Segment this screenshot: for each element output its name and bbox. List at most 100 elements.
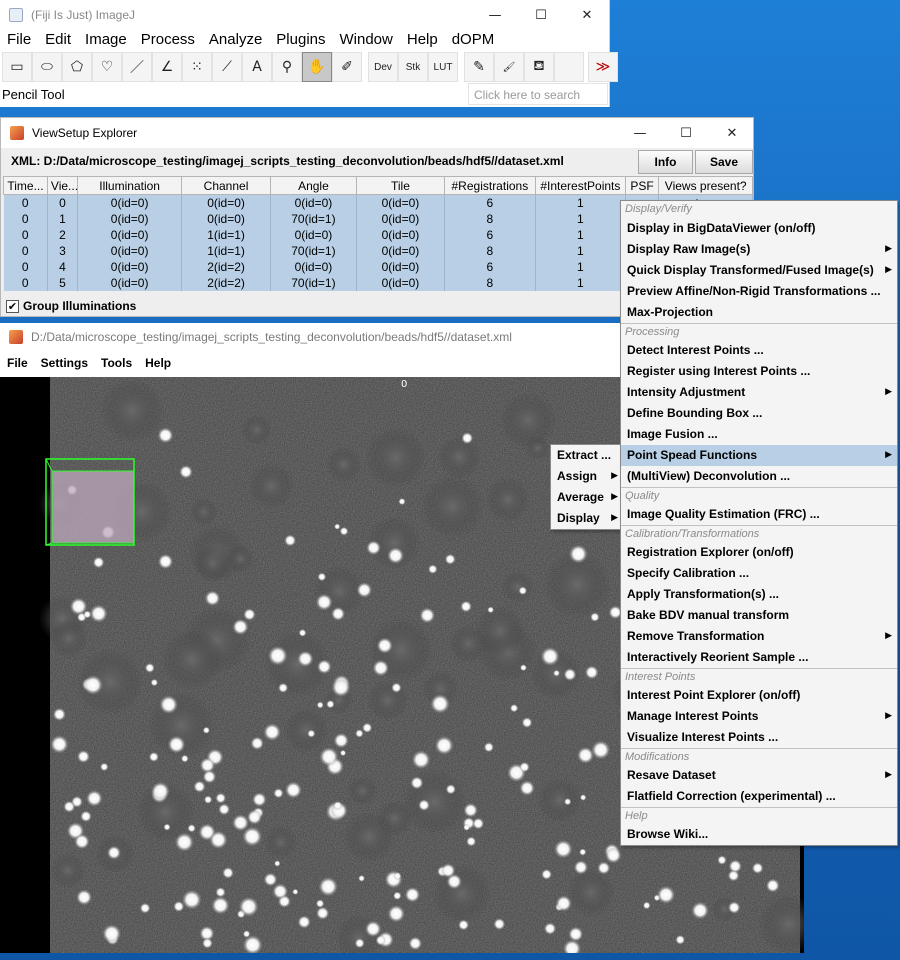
column-header[interactable]: Views present? <box>658 176 753 195</box>
table-cell: 1(id=1) <box>181 242 271 259</box>
bead-spot <box>519 780 535 796</box>
background-haze <box>283 708 329 753</box>
background-haze <box>449 624 488 663</box>
rectangle-tool-icon[interactable]: ▭ <box>2 52 32 82</box>
bdv-menu-tools[interactable]: Tools <box>94 353 138 373</box>
menu-item[interactable]: Registration Explorer (on/off) <box>621 542 897 563</box>
menu-item[interactable]: Browse Wiki... <box>621 824 897 845</box>
save-button[interactable]: Save <box>695 150 753 174</box>
pencil-tool-icon[interactable]: ✎ <box>464 52 494 82</box>
menu-item[interactable]: Intensity Adjustment ▶ <box>621 382 897 403</box>
bead-spot <box>319 747 339 767</box>
empty-tool-slot-icon[interactable] <box>554 52 584 82</box>
maximize-button[interactable]: ☐ <box>518 0 564 30</box>
bead-spot <box>326 699 335 709</box>
menu-item[interactable]: Preview Affine/Non-Rigid Transformations… <box>621 281 897 302</box>
bdv-menu-help[interactable]: Help <box>138 353 177 373</box>
line-tool-icon[interactable]: ／ <box>122 52 152 82</box>
menu-item[interactable]: Specify Calibration ... <box>621 563 897 584</box>
close-button[interactable]: ✕ <box>709 118 755 148</box>
bead-spot <box>568 926 584 942</box>
bdv-menu-file[interactable]: File <box>0 353 34 373</box>
info-button[interactable]: Info <box>638 150 693 174</box>
close-button[interactable]: ✕ <box>564 0 610 30</box>
psf-submenu-item[interactable]: Assign ▶ <box>551 466 623 487</box>
menu-analyze[interactable]: Analyze <box>202 30 269 50</box>
menu-item[interactable]: Image Quality Estimation (FRC) ... <box>621 504 897 525</box>
menu-item[interactable]: Interest Point Explorer (on/off) <box>621 685 897 706</box>
bead-spot <box>355 729 364 738</box>
menu-dopm[interactable]: dOPM <box>445 30 502 50</box>
column-header[interactable]: Illumination <box>76 176 183 195</box>
column-header[interactable]: Angle <box>269 176 358 195</box>
column-header[interactable]: Tile <box>356 176 445 195</box>
menu-help[interactable]: Help <box>400 30 445 50</box>
menu-item[interactable]: Apply Transformation(s) ... <box>621 584 897 605</box>
magnifier-tool-icon[interactable]: ⚲ <box>272 52 302 82</box>
menu-file[interactable]: File <box>0 30 38 50</box>
menu-item[interactable]: Quick Display Transformed/Fused Image(s)… <box>621 260 897 281</box>
bdv-menu-settings[interactable]: Settings <box>34 353 94 373</box>
menu-item[interactable]: (MultiView) Deconvolution ... <box>621 466 897 487</box>
lut-tool-icon[interactable]: LUT <box>428 52 458 82</box>
oval-tool-icon[interactable]: ⬭ <box>32 52 62 82</box>
multipoint-tool-icon[interactable]: ⁙ <box>182 52 212 82</box>
column-header[interactable]: #InterestPoints <box>534 176 626 195</box>
bead-spot <box>375 935 387 946</box>
menu-item[interactable]: Define Bounding Box ... <box>621 403 897 424</box>
wand-tool-icon[interactable]: ⟋ <box>212 52 242 82</box>
menu-item[interactable]: Manage Interest Points ▶ <box>621 706 897 727</box>
group-illuminations-checkbox[interactable]: ✔ Group Illuminations <box>6 299 136 313</box>
menu-image[interactable]: Image <box>78 30 134 50</box>
more-tools-icon[interactable]: ≫ <box>588 52 618 82</box>
column-header[interactable]: #Registrations <box>443 176 536 195</box>
column-header[interactable]: Time... <box>3 176 48 195</box>
fiji-title-bar[interactable]: (Fiji Is Just) ImageJ — ☐ ✕ <box>0 0 609 30</box>
dev-tool-icon[interactable]: Dev <box>368 52 398 82</box>
menu-edit[interactable]: Edit <box>38 30 78 50</box>
angle-tool-icon[interactable]: ∠ <box>152 52 182 82</box>
fiji-app-icon <box>9 8 23 22</box>
menu-item[interactable]: Interactively Reorient Sample ... <box>621 647 897 668</box>
menu-item[interactable]: Register using Interest Points ... <box>621 361 897 382</box>
psf-submenu-item[interactable]: Display ▶ <box>551 508 623 529</box>
search-input[interactable]: Click here to search <box>468 83 608 105</box>
menu-item[interactable]: Visualize Interest Points ... <box>621 727 897 748</box>
bead-spot <box>284 781 302 799</box>
psf-submenu-item[interactable]: Extract ... <box>551 445 623 466</box>
column-header[interactable]: Channel <box>181 176 271 195</box>
minimize-button[interactable]: — <box>472 0 518 30</box>
background-haze <box>326 447 362 483</box>
brush-tool-icon[interactable]: 🖌 <box>494 52 524 82</box>
menu-item[interactable]: Display Raw Image(s) ▶ <box>621 239 897 260</box>
menu-item[interactable]: Point Spead Functions ▶ <box>621 445 897 466</box>
column-header[interactable]: PSF <box>624 176 660 195</box>
psf-submenu-item[interactable]: Average ▶ <box>551 487 623 508</box>
menu-item[interactable]: Image Fusion ... <box>621 424 897 445</box>
menu-item[interactable]: Detect Interest Points ... <box>621 340 897 361</box>
minimize-button[interactable]: — <box>617 118 663 148</box>
menu-window[interactable]: Window <box>333 30 400 50</box>
menu-section-header: Modifications <box>621 748 897 765</box>
menu-process[interactable]: Process <box>134 30 202 50</box>
menu-item[interactable]: Flatfield Correction (experimental) ... <box>621 786 897 807</box>
column-header[interactable]: Vie... <box>46 176 78 195</box>
bead-spot <box>211 896 230 915</box>
color-picker-tool-icon[interactable]: ✐ <box>332 52 362 82</box>
menu-plugins[interactable]: Plugins <box>269 30 332 50</box>
menu-item[interactable]: Resave Dataset ▶ <box>621 765 897 786</box>
freehand-tool-icon[interactable]: ♡ <box>92 52 122 82</box>
menu-item[interactable]: Max-Projection <box>621 302 897 323</box>
menu-item[interactable]: Display in BigDataViewer (on/off) <box>621 218 897 239</box>
viewsetup-title-bar[interactable]: ViewSetup Explorer — ☐ ✕ <box>1 118 753 148</box>
hand-tool-icon[interactable]: ✋ <box>302 52 332 82</box>
polygon-tool-icon[interactable]: ⬠ <box>62 52 92 82</box>
maximize-button[interactable]: ☐ <box>663 118 709 148</box>
menu-item[interactable]: Remove Transformation ▶ <box>621 626 897 647</box>
flood-fill-tool-icon[interactable]: ⛾ <box>524 52 554 82</box>
stk-tool-icon[interactable]: Stk <box>398 52 428 82</box>
text-tool-icon[interactable]: A <box>242 52 272 82</box>
bead-spot <box>181 889 202 910</box>
menu-item[interactable]: Bake BDV manual transform <box>621 605 897 626</box>
background-haze <box>367 679 408 721</box>
